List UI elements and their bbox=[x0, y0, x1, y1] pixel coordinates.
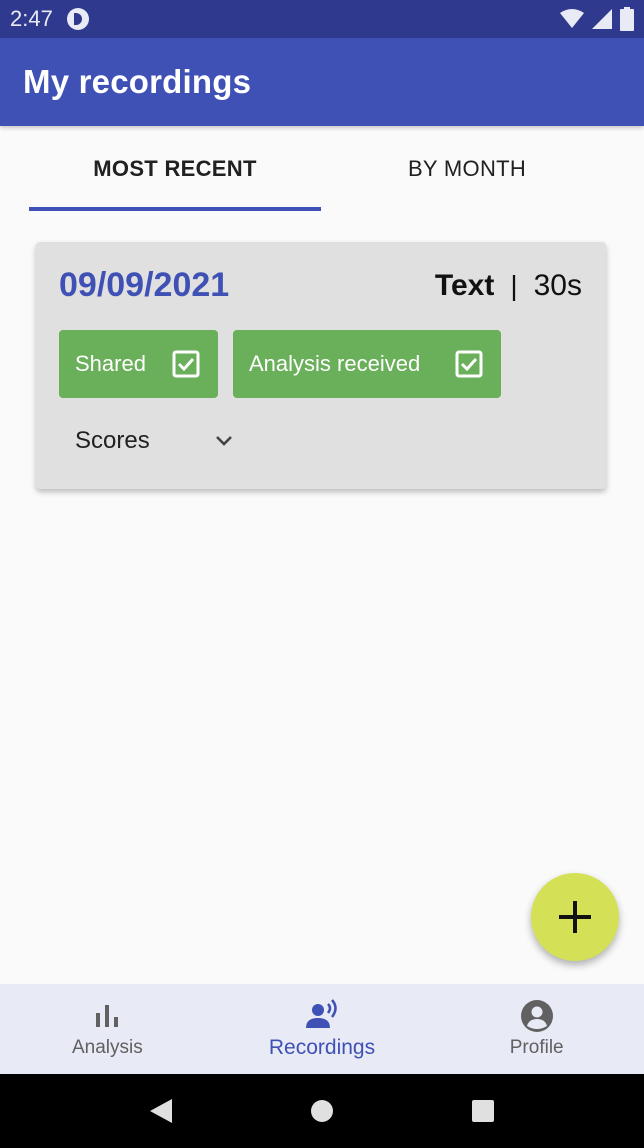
shared-badge-label: Shared bbox=[75, 351, 146, 376]
bottom-navigation: Analysis Recordings Profile bbox=[0, 984, 644, 1074]
back-icon[interactable] bbox=[148, 1097, 174, 1125]
battery-icon bbox=[620, 7, 634, 31]
record-voice-icon bbox=[306, 999, 337, 1028]
system-navigation-bar bbox=[0, 1074, 644, 1148]
analysis-received-badge: Analysis received bbox=[233, 330, 501, 398]
nav-item-profile[interactable]: Profile bbox=[429, 984, 644, 1074]
tab-most-recent[interactable]: MOST RECENT bbox=[29, 126, 321, 212]
bar-chart-icon bbox=[96, 1005, 119, 1027]
status-time: 2:47 bbox=[10, 6, 53, 31]
status-bar: 2:47 bbox=[0, 0, 644, 38]
account-circle-icon bbox=[520, 1000, 553, 1032]
nav-item-recordings[interactable]: Recordings bbox=[215, 984, 430, 1074]
status-icons bbox=[560, 7, 634, 31]
signal-icon bbox=[592, 9, 612, 29]
chevron-down-icon bbox=[215, 436, 232, 446]
meta-separator: | bbox=[510, 270, 518, 301]
scores-label: Scores bbox=[75, 427, 150, 454]
tab-bar: MOST RECENT BY MONTH bbox=[0, 126, 644, 212]
tab-by-month[interactable]: BY MONTH bbox=[321, 126, 613, 212]
shared-badge: Shared bbox=[59, 330, 218, 398]
checkbox-checked-icon bbox=[455, 350, 483, 378]
overview-icon[interactable] bbox=[470, 1098, 496, 1124]
checkbox-checked-icon bbox=[172, 350, 200, 378]
wifi-icon bbox=[560, 9, 584, 28]
screen: 2:47 My recordings MOST RECENT BY MONTH … bbox=[0, 0, 644, 1148]
recording-date: 09/09/2021 bbox=[59, 266, 230, 304]
page-title: My recordings bbox=[23, 63, 252, 100]
add-icon bbox=[559, 901, 591, 933]
nav-label-profile: Profile bbox=[509, 1037, 564, 1058]
nav-label-analysis: Analysis bbox=[71, 1037, 143, 1058]
nav-label-recordings: Recordings bbox=[268, 1036, 376, 1059]
recording-duration: 30s bbox=[533, 269, 582, 302]
nav-item-analysis[interactable]: Analysis bbox=[0, 984, 215, 1074]
scores-expander[interactable]: Scores bbox=[75, 427, 236, 455]
recording-meta: Text | 30s bbox=[435, 269, 582, 303]
analysis-badge-label: Analysis received bbox=[249, 351, 421, 376]
add-recording-button[interactable] bbox=[531, 873, 619, 961]
app-bar: My recordings bbox=[0, 38, 644, 126]
recording-type: Text bbox=[434, 269, 495, 302]
app-notification-icon bbox=[66, 8, 89, 30]
recording-card[interactable]: 09/09/2021 Text | 30s Shared Analysis re… bbox=[36, 242, 606, 489]
home-icon[interactable] bbox=[309, 1098, 335, 1124]
tab-indicator bbox=[29, 207, 321, 211]
